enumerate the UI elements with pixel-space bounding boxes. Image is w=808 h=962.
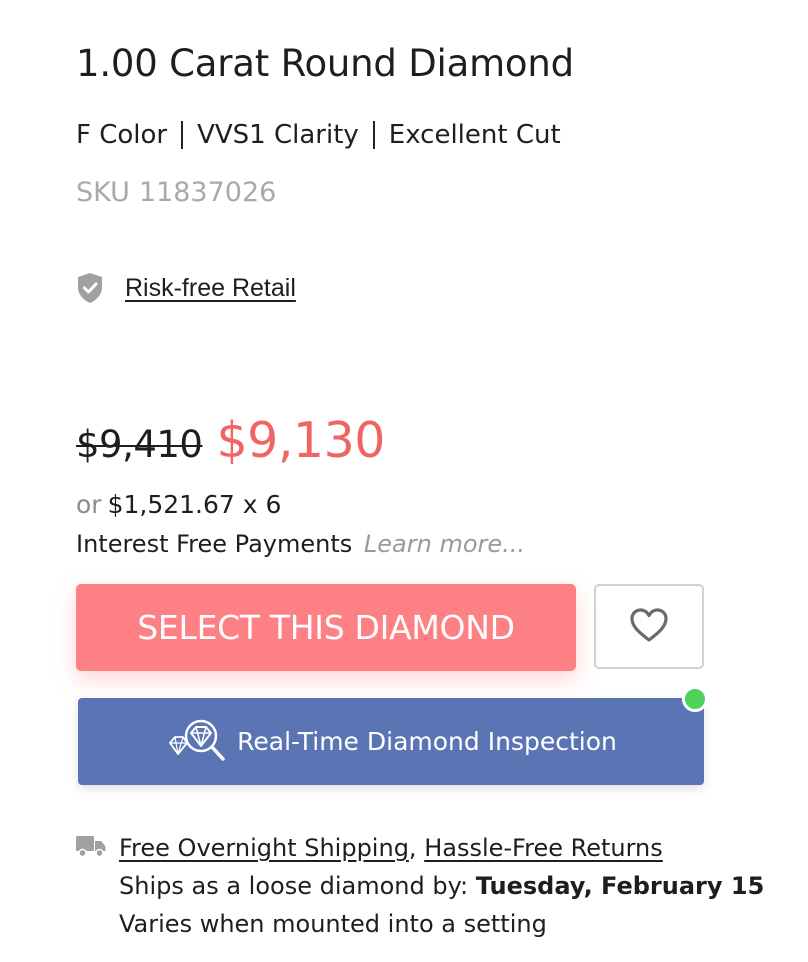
price-row: $9,410 $9,130 (76, 412, 385, 469)
interest-free-text: Interest Free Payments (76, 530, 353, 558)
original-price: $9,410 (76, 423, 203, 466)
risk-free-badge: Risk-free Retail (76, 272, 296, 304)
installment-amount: $1,521.67 x 6 (107, 490, 282, 519)
shield-check-icon (76, 272, 104, 304)
shipping-separator: , (408, 834, 417, 862)
shipping-links-line: Free Overnight Shipping, Hassle-Free Ret… (119, 830, 764, 868)
inspection-label: Real-Time Diamond Inspection (237, 727, 617, 756)
product-title: 1.00 Carat Round Diamond (76, 42, 574, 85)
spec-divider (372, 121, 375, 149)
ships-by-text: Ships as a loose diamond by: (119, 872, 469, 900)
spec-clarity: VVS1 Clarity (197, 120, 359, 150)
ships-by-line: Ships as a loose diamond by: Tuesday, Fe… (119, 868, 764, 906)
interest-free-line: Interest Free Payments Learn more... (76, 530, 525, 558)
sale-price: $9,130 (216, 412, 385, 469)
sku-label: SKU (76, 177, 130, 208)
installment-offer: or $1,521.67 x 6 (76, 490, 281, 519)
truck-icon (76, 834, 106, 862)
learn-more-link[interactable]: Learn more... (364, 530, 525, 558)
wishlist-button[interactable] (594, 584, 704, 669)
diamond-magnifier-icon (165, 717, 227, 767)
select-diamond-button[interactable]: SELECT THIS DIAMOND (76, 584, 576, 671)
installment-prefix: or (76, 490, 102, 519)
spec-cut: Excellent Cut (388, 120, 561, 150)
hassle-free-returns-link[interactable]: Hassle-Free Returns (424, 834, 663, 862)
spec-color: F Color (76, 120, 168, 150)
ship-date: Tuesday, February 15 (475, 872, 765, 900)
mounting-note: Varies when mounted into a setting (119, 910, 547, 938)
sku-value: 11837026 (138, 177, 277, 208)
sku: SKU 11837026 (76, 177, 276, 208)
spec-divider (181, 121, 184, 149)
product-specs: F Color VVS1 Clarity Excellent Cut (76, 120, 561, 150)
heart-icon (628, 606, 670, 647)
free-shipping-link[interactable]: Free Overnight Shipping (119, 834, 409, 862)
risk-free-retail-link[interactable]: Risk-free Retail (125, 274, 296, 303)
diamond-inspection-button[interactable]: Real-Time Diamond Inspection (78, 698, 704, 785)
online-status-indicator (682, 686, 708, 712)
